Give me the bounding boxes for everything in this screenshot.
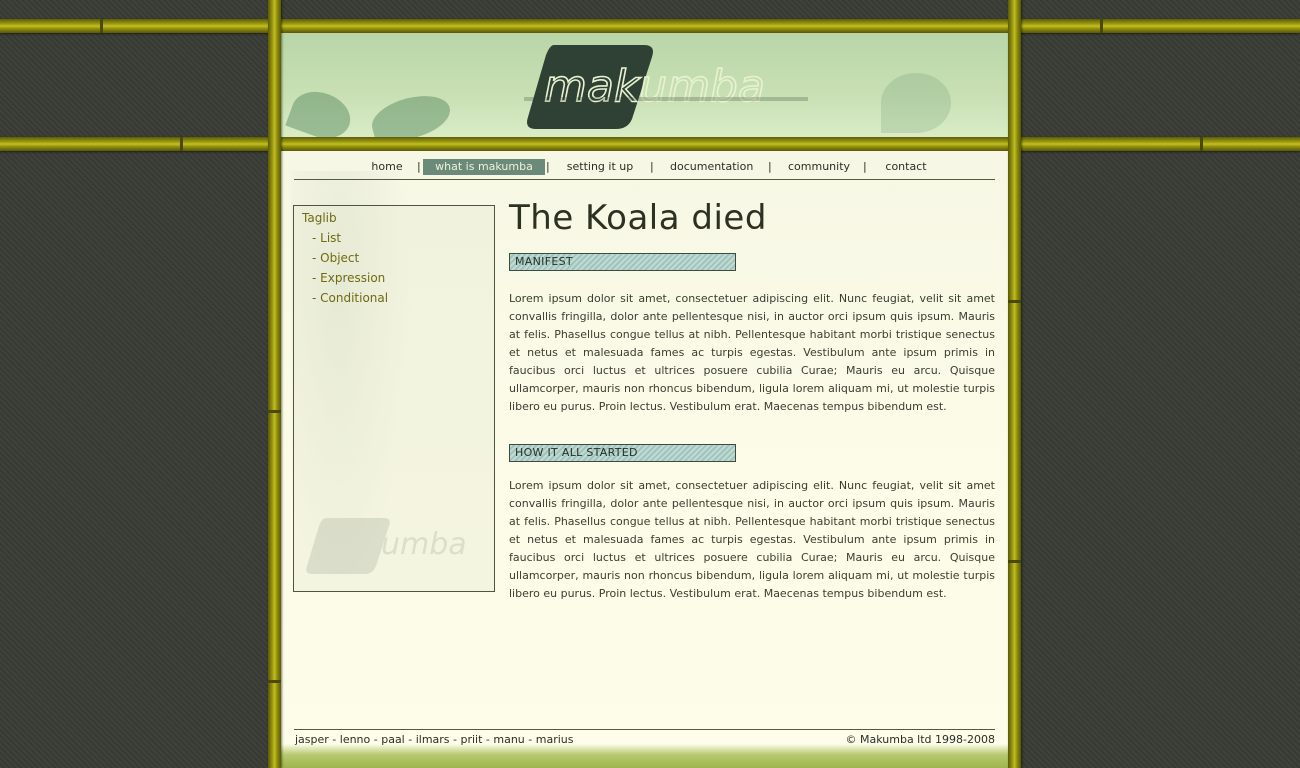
footer-credits: jasper - lenno - paal - ilmars - priit -…: [295, 733, 574, 746]
header-leaf-decoration: [367, 88, 455, 137]
sidebar-item-object[interactable]: - Object: [312, 251, 359, 265]
bamboo-knot: [180, 137, 183, 151]
nav-separator: |: [768, 160, 772, 173]
nav-separator: |: [863, 160, 867, 173]
bamboo-knot: [1008, 560, 1021, 563]
section-heading-manifest: MANIFEST: [509, 253, 736, 271]
section-paragraph: Lorem ipsum dolor sit amet, consectetuer…: [509, 479, 995, 600]
nav-separator: |: [417, 160, 421, 173]
sidebar-item-expression[interactable]: - Expression: [312, 271, 385, 285]
sidebar-item-conditional[interactable]: - Conditional: [312, 291, 388, 305]
nav-separator: |: [650, 160, 654, 173]
nav-item-setting-it-up[interactable]: setting it up: [564, 159, 636, 175]
nav-item-documentation[interactable]: documentation: [670, 159, 753, 175]
sidebar-item-list[interactable]: - List: [312, 231, 341, 245]
watermark-text: makumba: [316, 527, 467, 562]
bamboo-frame-right: [1008, 0, 1021, 768]
section-paragraph: Lorem ipsum dolor sit amet, consectetuer…: [509, 292, 995, 413]
article: The Koala died MANIFEST Lorem ipsum dolo…: [509, 198, 995, 600]
section-heading-how-it-all-started: HOW IT ALL STARTED: [509, 444, 736, 462]
nav-divider: [294, 179, 995, 180]
bamboo-knot: [1008, 300, 1021, 303]
bamboo-knot: [268, 680, 281, 683]
main-nav: home | what is makumba | setting it up |…: [294, 158, 995, 178]
logo-text: makumba: [544, 61, 765, 112]
bamboo-knot: [100, 19, 103, 33]
nav-item-home[interactable]: home: [366, 159, 408, 175]
bamboo-knot: [1200, 137, 1203, 151]
nav-item-contact[interactable]: contact: [883, 159, 929, 175]
logo-underline: [524, 97, 808, 101]
bamboo-frame-top: [0, 19, 1300, 33]
bamboo-knot: [1100, 19, 1103, 33]
site-header: makumba: [281, 33, 1008, 137]
makumba-watermark-logo: makumba: [306, 518, 467, 574]
sidebar: Taglib - List - Object - Expression - Co…: [293, 205, 495, 592]
nav-item-what-is-makumba[interactable]: what is makumba: [423, 159, 545, 175]
article-title: The Koala died: [509, 198, 767, 238]
bamboo-knot: [268, 410, 281, 413]
header-leaf-decoration: [285, 84, 357, 137]
nav-item-community[interactable]: community: [788, 159, 850, 175]
grass-decoration: [281, 744, 1008, 768]
makumba-logo[interactable]: makumba: [524, 43, 808, 129]
nav-separator: |: [546, 160, 550, 173]
bamboo-frame-left: [268, 0, 281, 768]
footer-divider: [294, 729, 995, 730]
header-leaf-decoration: [881, 73, 951, 133]
bamboo-frame-middle: [0, 137, 1300, 151]
footer-copyright: © Makumba ltd 1998-2008: [845, 733, 995, 746]
sidebar-title-taglib[interactable]: Taglib: [302, 211, 337, 225]
